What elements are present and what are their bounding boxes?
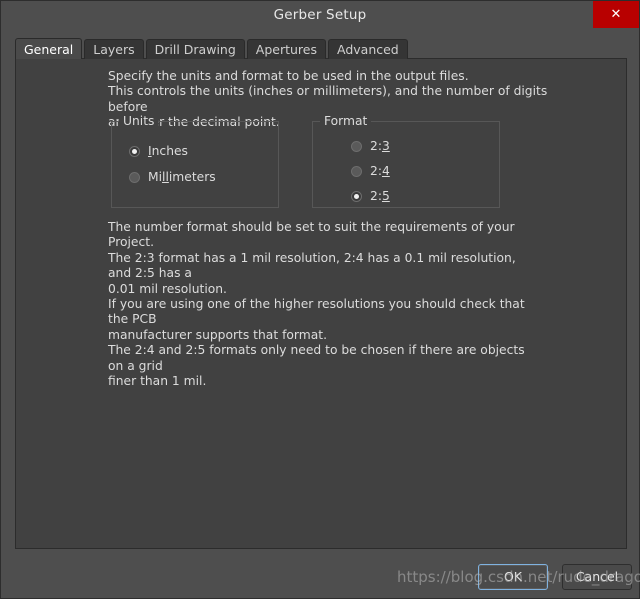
window-title: Gerber Setup (273, 7, 367, 23)
cancel-button[interactable]: Cancel (562, 564, 632, 590)
tab-layers[interactable]: Layers (84, 39, 144, 59)
format-notes: The number format should be set to suit … (108, 220, 525, 389)
tab-drill-drawing[interactable]: Drill Drawing (145, 39, 245, 59)
tab-apertures[interactable]: Apertures (246, 39, 326, 59)
tab-advanced[interactable]: Advanced (328, 39, 408, 59)
radio-inches-label: Inches (148, 144, 188, 158)
radio-millimeters[interactable]: Millimeters (129, 170, 216, 184)
close-icon: ✕ (610, 7, 622, 22)
units-group-title: Units (119, 114, 159, 128)
radio-format-2-5[interactable]: 2:5 (351, 189, 390, 203)
radio-format-2-4-label: 2:4 (370, 164, 390, 178)
tab-strip: General Layers Drill Drawing Apertures A… (15, 38, 410, 59)
units-group: Units Inches Millimeters (111, 114, 279, 208)
radio-format-2-3-label: 2:3 (370, 139, 390, 153)
tab-general[interactable]: General (15, 38, 83, 59)
radio-millimeters-indicator (129, 171, 140, 183)
radio-inches[interactable]: Inches (129, 144, 188, 158)
radio-format-2-3-indicator (351, 140, 362, 152)
tab-content-general: Specify the units and format to be used … (15, 58, 627, 549)
title-bar: Gerber Setup ✕ (1, 1, 639, 29)
radio-format-2-4[interactable]: 2:4 (351, 164, 390, 178)
ok-button[interactable]: OK (478, 564, 548, 590)
format-group: Format 2:3 2:4 2:5 (312, 114, 500, 208)
format-group-title: Format (320, 114, 372, 128)
radio-format-2-5-label: 2:5 (370, 189, 390, 203)
close-button[interactable]: ✕ (593, 1, 639, 28)
radio-millimeters-label: Millimeters (148, 170, 216, 184)
radio-format-2-4-indicator (351, 165, 362, 177)
radio-inches-indicator (129, 145, 140, 157)
radio-format-2-5-indicator (351, 190, 362, 202)
radio-format-2-3[interactable]: 2:3 (351, 139, 390, 153)
gerber-setup-dialog: Gerber Setup ✕ General Layers Drill Draw… (0, 0, 640, 599)
